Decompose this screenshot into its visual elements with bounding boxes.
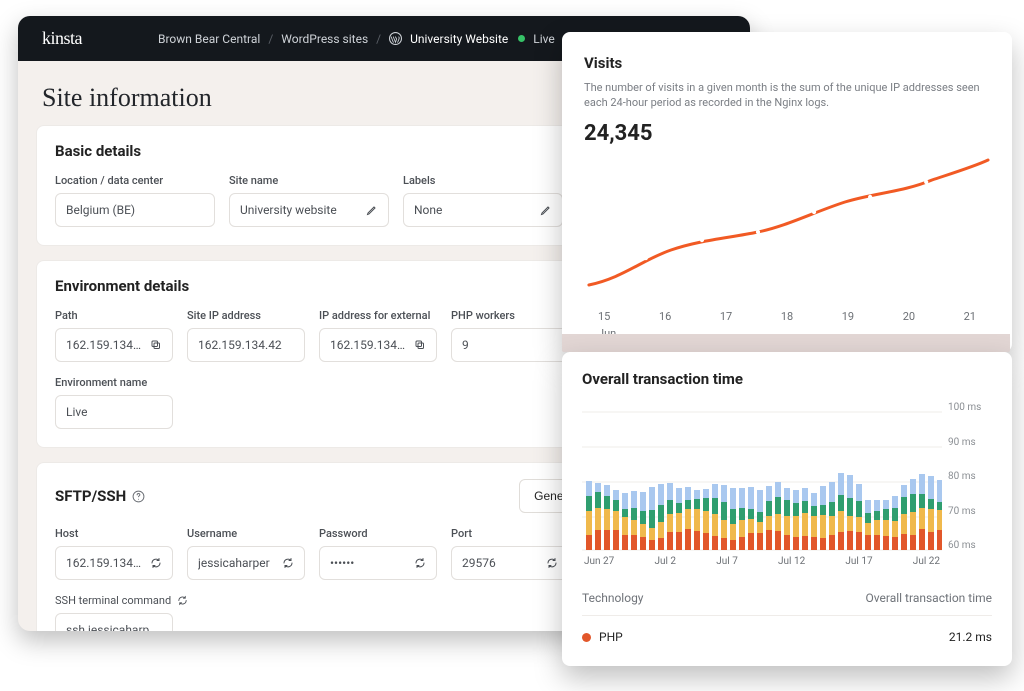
password-input[interactable]: •••••• xyxy=(319,546,437,580)
username-value: jessicaharper xyxy=(198,556,270,570)
help-icon[interactable] xyxy=(132,490,145,503)
x-tick: 18 xyxy=(781,310,793,323)
site-name-label: Site name xyxy=(229,174,389,187)
y-tick: 70 ms xyxy=(948,506,992,517)
copy-icon[interactable] xyxy=(414,339,426,351)
edit-icon[interactable] xyxy=(366,204,378,216)
password-value: •••••• xyxy=(330,556,354,570)
location-label: Location / data center xyxy=(55,174,215,187)
y-tick: 60 ms xyxy=(948,540,992,551)
visits-x-ticks: 15 16 17 18 19 20 21 xyxy=(584,310,990,323)
site-name-input[interactable]: University website xyxy=(229,193,389,227)
x-tick: Jul 22 xyxy=(913,556,940,567)
labels-value: None xyxy=(414,203,442,217)
y-tick: 80 ms xyxy=(948,471,992,482)
breadcrumb-sep: / xyxy=(376,32,381,46)
external-ip-input[interactable]: 162.159.134.42 xyxy=(319,328,437,362)
siteip-value: 162.159.134.42 xyxy=(198,338,282,352)
edit-icon[interactable] xyxy=(540,204,552,216)
host-value: 162.159.134.42 xyxy=(66,556,142,570)
site-name-value: University website xyxy=(240,203,337,217)
x-tick: 16 xyxy=(659,310,671,323)
x-tick: Jul 12 xyxy=(778,556,805,567)
transaction-bar-chart: Jun 27 Jul 2 Jul 7 Jul 12 Jul 17 Jul 22 xyxy=(582,402,942,567)
host-label: Host xyxy=(55,527,173,540)
env-badge: Live xyxy=(533,32,554,46)
username-input[interactable]: jessicaharper xyxy=(187,546,305,580)
path-value: 162.159.134.42 xyxy=(66,338,142,352)
siteip-label: Site IP address xyxy=(187,309,305,322)
breadcrumb-site[interactable]: University Website xyxy=(410,32,508,46)
path-input[interactable]: 162.159.134.42 xyxy=(55,328,173,362)
time-header: Overall transaction time xyxy=(866,591,992,605)
sftp-title: SFTP/SSH xyxy=(55,487,145,505)
refresh-icon[interactable] xyxy=(282,557,294,569)
visits-card: Visits The number of visits in a given m… xyxy=(562,32,1012,352)
external-ip-value: 162.159.134.42 xyxy=(330,338,406,352)
visits-desc: The number of visits in a given month is… xyxy=(584,80,990,111)
username-label: Username xyxy=(187,527,305,540)
refresh-icon[interactable] xyxy=(177,595,188,606)
wordpress-icon xyxy=(389,32,402,45)
x-tick: 17 xyxy=(720,310,732,323)
logo: kinsta xyxy=(42,28,82,49)
refresh-icon[interactable] xyxy=(414,557,426,569)
refresh-icon[interactable] xyxy=(150,557,162,569)
transaction-time-card: Overall transaction time xyxy=(562,352,1012,666)
breadcrumb-section[interactable]: WordPress sites xyxy=(281,32,368,46)
php-workers-value: 9 xyxy=(462,338,469,352)
x-tick: Jul 7 xyxy=(716,556,738,567)
path-label: Path xyxy=(55,309,173,322)
labels-label: Labels xyxy=(403,174,563,187)
copy-icon[interactable] xyxy=(150,339,162,351)
php-workers-input: 9 xyxy=(451,328,569,362)
x-tick: Jun 27 xyxy=(584,556,614,567)
trans-x-ticks: Jun 27 Jul 2 Jul 7 Jul 12 Jul 17 Jul 22 xyxy=(582,552,942,567)
y-tick: 100 ms xyxy=(948,402,992,413)
labels-input[interactable]: None xyxy=(403,193,563,227)
external-ip-label: IP address for external xyxy=(319,309,437,322)
right-stack: Visits The number of visits in a given m… xyxy=(562,32,1012,352)
refresh-icon[interactable] xyxy=(546,557,558,569)
visits-line-chart xyxy=(584,150,990,310)
location-value: Belgium (BE) xyxy=(66,203,135,217)
port-label: Port xyxy=(451,527,569,540)
password-label: Password xyxy=(319,527,437,540)
trans-y-ticks: 100 ms 90 ms 80 ms 70 ms 60 ms xyxy=(948,402,992,567)
x-tick: 15 xyxy=(598,310,610,323)
card-divider xyxy=(562,334,1010,352)
transaction-title: Overall transaction time xyxy=(582,370,992,388)
ssh-cmd-value: ssh jessicaharper... xyxy=(66,623,162,631)
x-tick: 20 xyxy=(903,310,915,323)
x-tick: Jul 17 xyxy=(845,556,872,567)
php-value: 21.2 ms xyxy=(949,630,992,644)
x-tick: 19 xyxy=(842,310,854,323)
x-tick: Jul 2 xyxy=(654,556,676,567)
tech-header: Technology xyxy=(582,591,643,605)
php-dot-icon xyxy=(582,633,591,642)
breadcrumb-org[interactable]: Brown Bear Central xyxy=(158,32,260,46)
status-dot-icon xyxy=(518,35,525,42)
php-workers-label: PHP workers xyxy=(451,309,569,322)
php-label: PHP xyxy=(599,630,623,644)
location-input: Belgium (BE) xyxy=(55,193,215,227)
port-value: 29576 xyxy=(462,556,496,570)
host-input[interactable]: 162.159.134.42 xyxy=(55,546,173,580)
envname-label: Environment name xyxy=(55,376,173,389)
ssh-cmd-input[interactable]: ssh jessicaharper... xyxy=(55,613,173,631)
siteip-input: 162.159.134.42 xyxy=(187,328,305,362)
visits-title: Visits xyxy=(584,54,990,72)
breadcrumb-sep: / xyxy=(268,32,273,46)
envname-value: Live xyxy=(66,405,87,419)
visits-value: 24,345 xyxy=(584,121,990,146)
port-input[interactable]: 29576 xyxy=(451,546,569,580)
table-row: PHP 21.2 ms xyxy=(582,616,992,644)
x-tick: 21 xyxy=(964,310,976,323)
transaction-table: Technology Overall transaction time PHP … xyxy=(582,585,992,644)
y-tick: 90 ms xyxy=(948,437,992,448)
ssh-cmd-label: SSH terminal command xyxy=(55,594,171,607)
envname-input: Live xyxy=(55,395,173,429)
